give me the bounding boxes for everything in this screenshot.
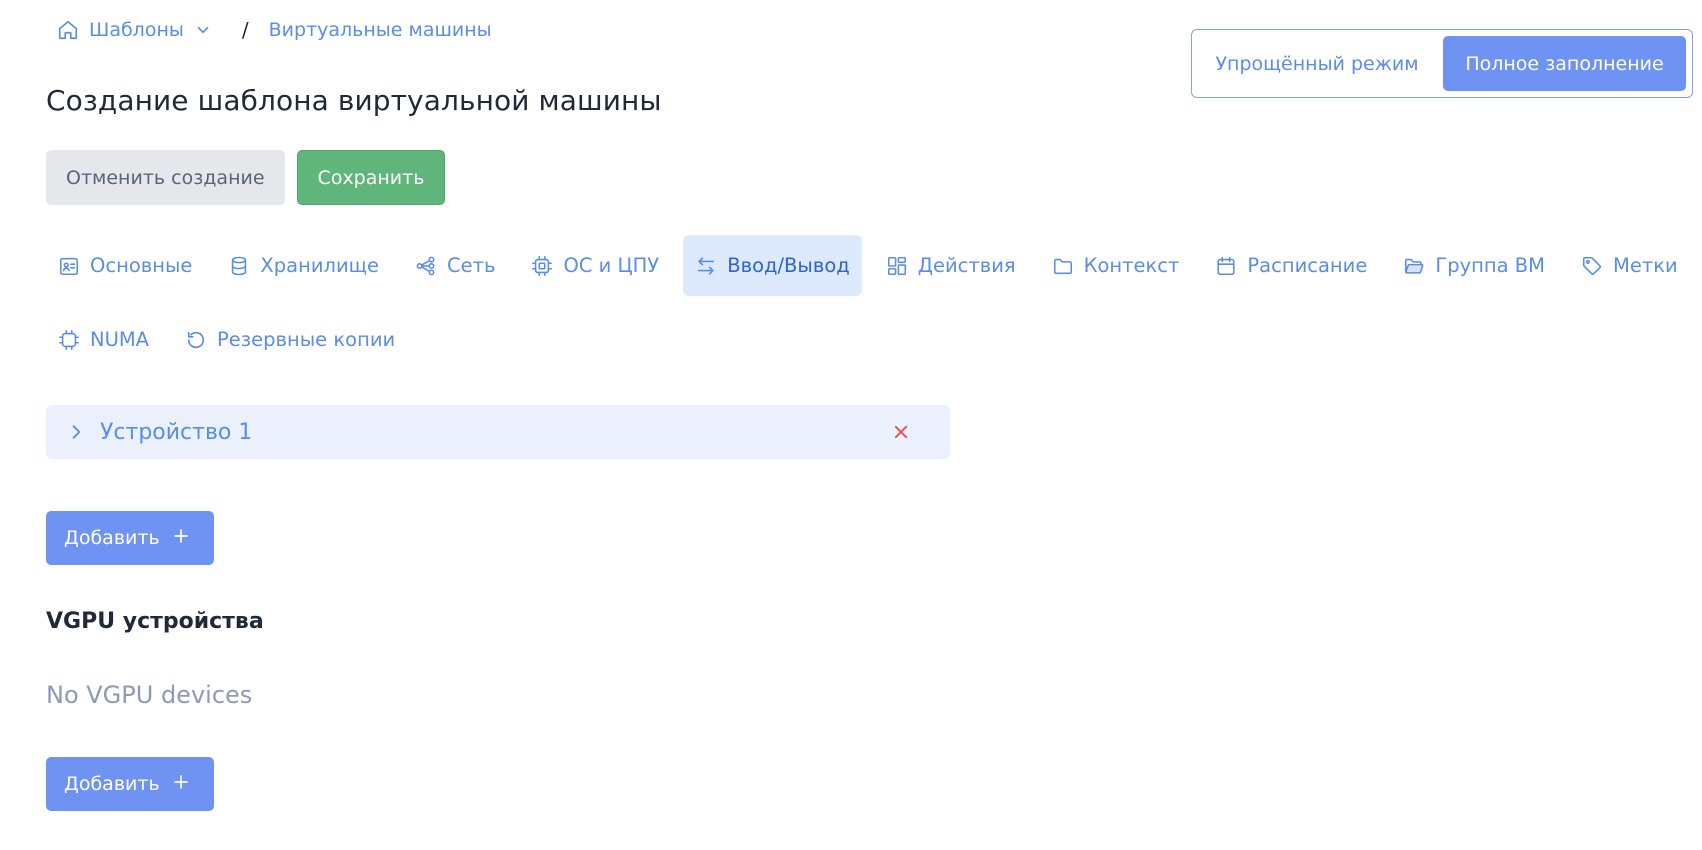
device-accordion-1[interactable]: Устройство 1	[46, 405, 950, 459]
tab-io-label: Ввод/Вывод	[727, 254, 850, 277]
tab-storage-label: Хранилище	[260, 254, 379, 277]
tab-bar: Основные Хранилище Сеть ОС и ЦПУ Ввод/Вы…	[46, 235, 1696, 296]
tab-labels-label: Метки	[1613, 254, 1678, 277]
network-icon	[415, 255, 437, 277]
tab-storage[interactable]: Хранилище	[216, 235, 391, 296]
vgpu-section-title: VGPU устройства	[46, 609, 264, 634]
tab-network[interactable]: Сеть	[403, 235, 507, 296]
tab-numa-label: NUMA	[90, 328, 150, 351]
tab-numa[interactable]: NUMA	[46, 309, 161, 370]
page-title: Создание шаблона виртуальной машины	[46, 84, 662, 117]
breadcrumb-root-label: Шаблоны	[89, 19, 184, 41]
folder-open-icon	[1403, 255, 1425, 277]
tab-os-cpu[interactable]: ОС и ЦПУ	[519, 235, 671, 296]
tab-io[interactable]: Ввод/Вывод	[683, 235, 862, 296]
full-mode-button[interactable]: Полное заполнение	[1443, 36, 1686, 91]
mode-switch: Упрощённый режим Полное заполнение	[1191, 29, 1693, 98]
breadcrumb-separator: /	[241, 18, 249, 42]
breadcrumb-virtual-machines[interactable]: Виртуальные машины	[269, 19, 492, 41]
database-icon	[228, 255, 250, 277]
tab-actions-label: Действия	[917, 254, 1016, 277]
plus-icon	[160, 527, 190, 550]
tab-backups[interactable]: Резервные копии	[173, 309, 407, 370]
add-vgpu-button[interactable]: Добавить	[46, 757, 214, 811]
remove-device-close-icon[interactable]	[892, 423, 910, 441]
add-device-button[interactable]: Добавить	[46, 511, 214, 565]
cpu-icon	[531, 255, 553, 277]
user-card-icon	[58, 255, 80, 277]
home-icon	[57, 19, 79, 41]
tab-schedule[interactable]: Расписание	[1203, 235, 1379, 296]
tab-labels[interactable]: Метки	[1569, 235, 1690, 296]
tab-general-label: Основные	[90, 254, 193, 277]
tab-vm-group[interactable]: Группа ВМ	[1391, 235, 1557, 296]
chip-icon	[58, 329, 80, 351]
dashboard-icon	[886, 255, 908, 277]
tab-actions[interactable]: Действия	[874, 235, 1028, 296]
tab-backups-label: Резервные копии	[217, 328, 396, 351]
tab-schedule-label: Расписание	[1247, 254, 1368, 277]
history-icon	[185, 329, 207, 351]
chevron-right-icon[interactable]	[66, 422, 86, 442]
tab-bar-row-2: NUMA Резервные копии	[46, 309, 1696, 370]
chevron-down-icon[interactable]	[194, 21, 212, 39]
calendar-icon	[1215, 255, 1237, 277]
simple-mode-button[interactable]: Упрощённый режим	[1206, 36, 1428, 91]
arrows-left-right-icon	[695, 255, 717, 277]
tab-general[interactable]: Основные	[46, 235, 204, 296]
add-device-label: Добавить	[64, 527, 160, 549]
plus-icon	[160, 773, 190, 796]
tab-context[interactable]: Контекст	[1040, 235, 1192, 296]
breadcrumb: Шаблоны / Виртуальные машины	[57, 18, 492, 42]
tab-context-label: Контекст	[1083, 254, 1180, 277]
tab-os-cpu-label: ОС и ЦПУ	[563, 254, 660, 277]
cancel-create-button[interactable]: Отменить создание	[46, 150, 285, 205]
tag-icon	[1581, 255, 1603, 277]
folder-icon	[1052, 255, 1074, 277]
tab-network-label: Сеть	[447, 254, 496, 277]
action-bar: Отменить создание Сохранить	[46, 150, 446, 205]
save-button[interactable]: Сохранить	[296, 150, 446, 205]
add-vgpu-label: Добавить	[64, 773, 160, 795]
tab-vm-group-label: Группа ВМ	[1435, 254, 1546, 277]
breadcrumb-templates[interactable]: Шаблоны	[57, 19, 212, 41]
device-label: Устройство 1	[100, 419, 253, 445]
vgpu-empty-text: No VGPU devices	[46, 681, 253, 709]
